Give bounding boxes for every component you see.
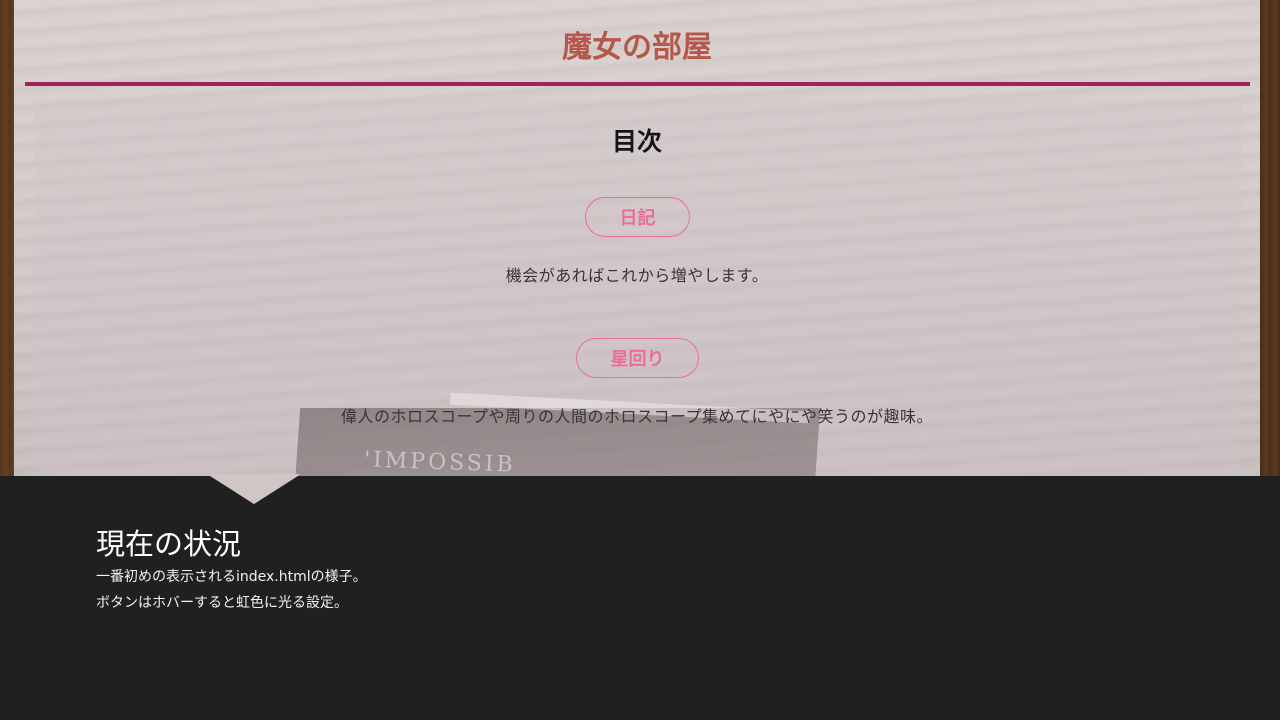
- toc-heading: 目次: [611, 127, 662, 156]
- horoscope-description: 偉人のホロスコープや周りの人間のホロスコープ集めてにやにや笑うのが趣味。: [340, 407, 934, 426]
- caption-line: ボタンはホバーすると虹色に光る設定。: [96, 595, 348, 611]
- caption-line: 一番初めの表示されるindex.htmlの様子。: [96, 569, 367, 585]
- page-panel: 'IMPOSSIB 魔女の部屋 目次 日記 機会があればこれから増やします。 星…: [14, 0, 1260, 476]
- diary-description: 機会があればこれから増やします。: [505, 266, 769, 285]
- title-divider: [25, 82, 1250, 86]
- caption-pointer-fill: [210, 476, 298, 504]
- site-title: 魔女の部屋: [562, 30, 712, 65]
- caption-title: 現在の状況: [96, 527, 242, 561]
- horoscope-button[interactable]: 星回り: [576, 338, 699, 378]
- background-book-text: 'IMPOSSIB: [363, 447, 517, 476]
- diary-button[interactable]: 日記: [585, 197, 690, 237]
